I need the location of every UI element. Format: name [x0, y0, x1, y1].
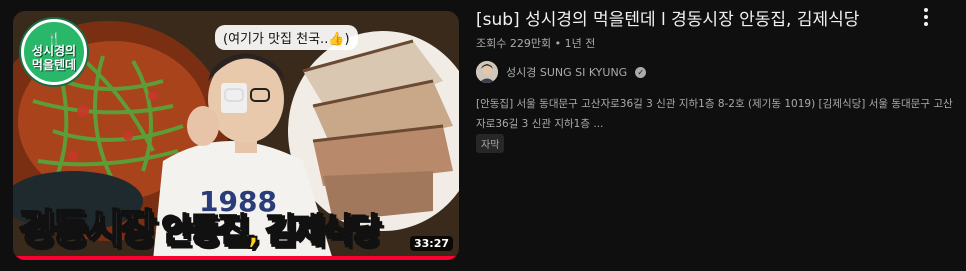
speech-bubble: (여기가 맛집 천국..👍)	[215, 25, 358, 50]
duration-badge: 33:27	[409, 236, 453, 251]
video-metadata: 조회수 229만회 • 1년 전	[476, 35, 595, 51]
thumbnail-title-sub: 안동집, 김제식당	[161, 211, 383, 253]
badge-line-1: 성시경의	[31, 43, 77, 58]
metadata-separator: •	[554, 37, 562, 50]
watch-progress-fill	[13, 256, 459, 260]
video-description-snippet: [안동집] 서울 동대문구 고산자로36길 3 신관 지하1층 8-2호 (제기…	[476, 98, 953, 130]
captions-badge: 자막	[476, 134, 505, 153]
fork-knife-icon: 🍴	[47, 31, 61, 45]
more-actions-button[interactable]	[918, 6, 934, 28]
video-thumbnail[interactable]: 1988 🍴 성시경의 먹을텐데 (여기가 맛집 천국..👍) 경동시장 안동집,…	[13, 11, 459, 260]
channel-row[interactable]: 성시경 SUNG SI KYUNG ✓	[476, 60, 647, 84]
verified-check-icon: ✓	[635, 66, 647, 78]
thumbnail-title: 경동시장 안동집, 김제식당	[18, 197, 383, 255]
upload-age: 1년 전	[564, 37, 596, 50]
video-result-row[interactable]: 1988 🍴 성시경의 먹을텐데 (여기가 맛집 천국..👍) 경동시장 안동집,…	[0, 0, 966, 271]
watch-progress-bar	[13, 256, 459, 260]
channel-badge: 🍴 성시경의 먹을텐데	[21, 19, 87, 85]
channel-avatar[interactable]	[476, 61, 498, 83]
video-title[interactable]: [sub] 성시경의 먹을텐데 l 경동시장 안동집, 김제식당	[476, 8, 916, 32]
badge-line-2: 먹을텐데	[31, 57, 77, 72]
more-vertical-icon-dot	[924, 22, 928, 26]
more-vertical-icon-dot	[924, 15, 928, 19]
view-count: 조회수 229만회	[476, 37, 552, 50]
more-vertical-icon	[924, 8, 928, 12]
thumbnail-title-main: 경동시장	[18, 206, 158, 254]
channel-name[interactable]: 성시경 SUNG SI KYUNG	[506, 64, 627, 80]
